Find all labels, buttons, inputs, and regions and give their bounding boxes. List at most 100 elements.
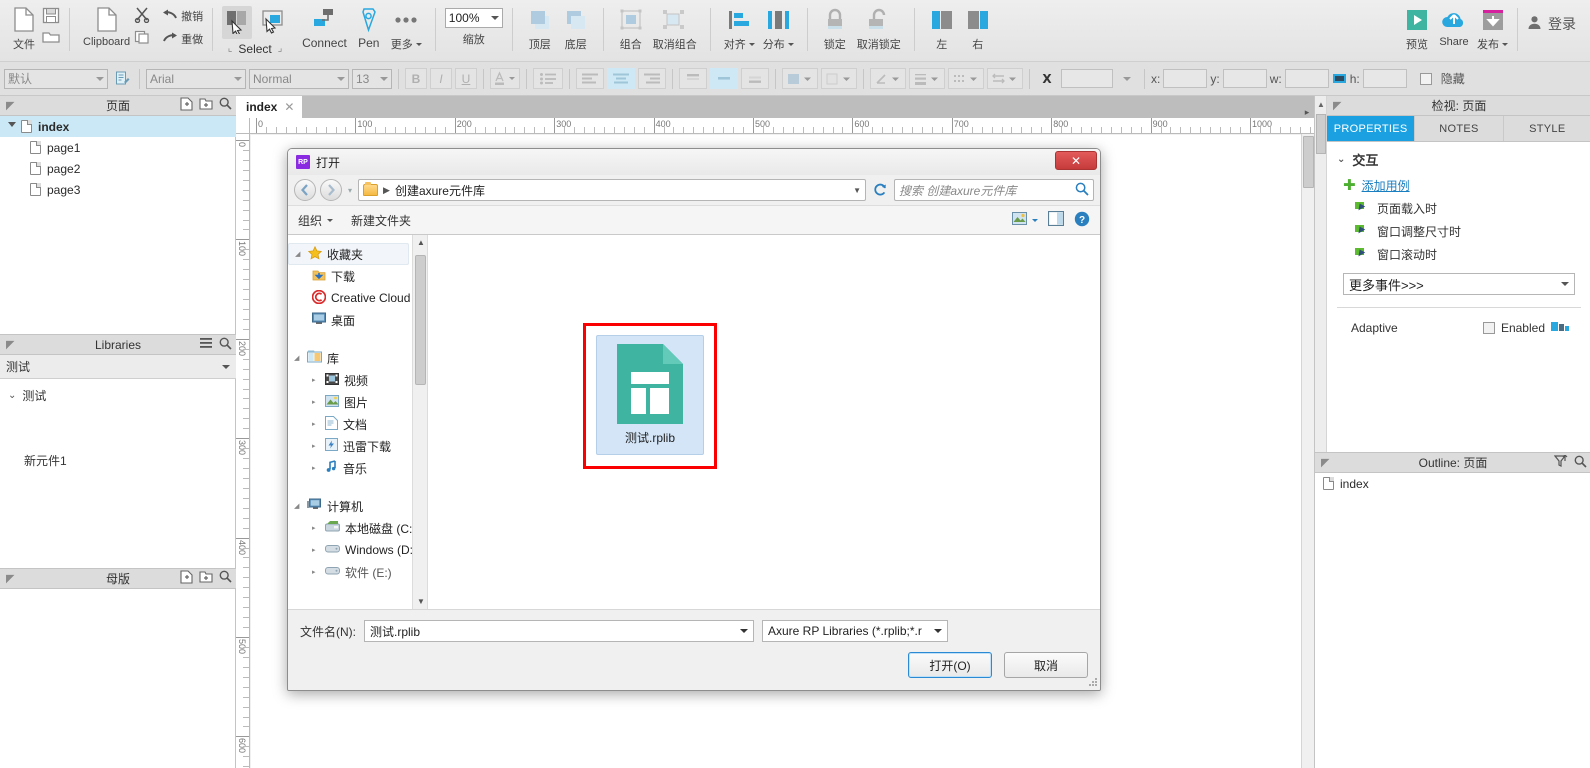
- view-mode-button[interactable]: [1012, 212, 1038, 228]
- font-size-select[interactable]: 13: [352, 68, 392, 89]
- preview-pane-icon[interactable]: [1047, 210, 1065, 229]
- expand-triangle-icon[interactable]: ▸: [312, 524, 320, 532]
- login-button[interactable]: 登录: [1527, 14, 1576, 34]
- nav-item-windows-d[interactable]: ▸ Windows (D:): [288, 539, 427, 561]
- style-editor-icon[interactable]: [111, 68, 133, 89]
- library-widget-item[interactable]: 新元件1: [0, 452, 236, 469]
- scroll-up-icon[interactable]: ▲: [417, 238, 425, 247]
- nav-item-thunder-download[interactable]: ▸ 迅雷下载: [288, 435, 427, 457]
- nav-item-pictures[interactable]: ▸ 图片: [288, 391, 427, 413]
- expand-triangle-icon[interactable]: ◢: [295, 250, 303, 258]
- expand-triangle-icon[interactable]: ▸: [312, 398, 320, 406]
- zoom-select[interactable]: 100%: [444, 8, 503, 28]
- add-folder-icon[interactable]: [199, 97, 213, 114]
- back-icon[interactable]: [294, 179, 316, 201]
- open-button[interactable]: 打开(O): [908, 652, 992, 678]
- search-icon[interactable]: [219, 570, 232, 587]
- group-button[interactable]: 组合: [613, 3, 649, 54]
- tab-notes[interactable]: NOTES: [1415, 116, 1504, 141]
- collapse-arrow-icon[interactable]: ◤: [1321, 456, 1329, 469]
- align-left-button[interactable]: [576, 68, 604, 89]
- h-input[interactable]: [1362, 69, 1407, 88]
- expand-triangle-icon[interactable]: ▸: [312, 420, 320, 428]
- filename-input[interactable]: 测试.rplib: [364, 620, 754, 642]
- breadcrumb[interactable]: ▶ 创建axure元件库 ▼: [358, 179, 866, 201]
- font-family-select[interactable]: Arial: [146, 68, 246, 89]
- library-select[interactable]: 测试: [0, 355, 236, 379]
- canvas-tab-index[interactable]: index ✕: [236, 96, 303, 118]
- page-tree-item-index[interactable]: index: [0, 116, 236, 137]
- close-icon[interactable]: ✕: [1055, 151, 1097, 170]
- nav-item-software-e[interactable]: ▸ 软件 (E:): [288, 561, 427, 583]
- fx-field[interactable]: [1061, 69, 1113, 88]
- align-middle-button[interactable]: [710, 68, 738, 89]
- line-width-button[interactable]: [909, 68, 945, 89]
- help-icon[interactable]: ?: [1074, 211, 1090, 230]
- more-tools-button[interactable]: 更多: [387, 3, 426, 54]
- close-icon[interactable]: ✕: [284, 100, 294, 114]
- new-folder-button[interactable]: 新建文件夹: [351, 212, 411, 229]
- nav-pane-scrollbar[interactable]: ▲ ▼: [412, 235, 427, 609]
- fill-color-button[interactable]: [782, 68, 818, 89]
- collapse-arrow-icon[interactable]: ◤: [1333, 99, 1341, 112]
- chevron-down-icon[interactable]: [740, 629, 748, 633]
- fx-dropdown-button[interactable]: [1116, 68, 1138, 89]
- bold-button[interactable]: B: [405, 68, 427, 89]
- nav-scroll-thumb[interactable]: [415, 255, 426, 385]
- shadow-button[interactable]: [821, 68, 857, 89]
- search-icon[interactable]: [1075, 182, 1089, 199]
- clipboard-button[interactable]: Clipboard: [79, 3, 134, 50]
- add-master-icon[interactable]: [180, 570, 193, 587]
- interactions-section-header[interactable]: ⌄ 交互: [1337, 150, 1581, 169]
- nav-item-local-disk-c[interactable]: ▸ 本地磁盘 (C:): [288, 517, 427, 539]
- bullet-list-button[interactable]: [533, 68, 563, 89]
- align-center-button[interactable]: [607, 68, 635, 89]
- preview-button[interactable]: 预览: [1399, 3, 1435, 54]
- nav-item-computer[interactable]: ◢ 计算机: [288, 495, 427, 517]
- align-bottom-button[interactable]: [741, 68, 769, 89]
- dialog-title-bar[interactable]: RP 打开 ✕: [288, 149, 1100, 175]
- adaptive-enabled-checkbox[interactable]: Enabled: [1482, 321, 1545, 335]
- left-pane-button[interactable]: 左: [924, 3, 960, 54]
- expand-triangle-icon[interactable]: ▸: [312, 546, 320, 554]
- align-button[interactable]: 对齐: [720, 3, 759, 54]
- redo-button[interactable]: 重做: [162, 31, 203, 47]
- page-tree-item-page3[interactable]: page3: [0, 179, 236, 200]
- font-color-button[interactable]: [490, 68, 520, 89]
- italic-button[interactable]: I: [430, 68, 452, 89]
- search-icon[interactable]: [219, 337, 232, 353]
- distribute-button[interactable]: 分布: [759, 3, 798, 54]
- filetype-select[interactable]: Axure RP Libraries (*.rplib;*.r: [762, 620, 948, 642]
- page-tree-item-page1[interactable]: page1: [0, 137, 236, 158]
- libraries-menu-icon[interactable]: [199, 337, 213, 353]
- event-row-page-load[interactable]: 页面载入时: [1355, 200, 1581, 217]
- expand-triangle-icon[interactable]: ◢: [294, 354, 302, 362]
- undo-button[interactable]: 撤销: [162, 8, 203, 24]
- hidden-checkbox-group[interactable]: 隐藏: [1419, 70, 1465, 87]
- search-icon[interactable]: [1574, 455, 1587, 471]
- unlock-button[interactable]: 取消锁定: [853, 3, 905, 54]
- expand-triangle-icon[interactable]: ▸: [312, 442, 320, 450]
- right-pane-button[interactable]: 右: [960, 3, 996, 54]
- arrow-style-button[interactable]: [987, 68, 1023, 89]
- filter-icon[interactable]: [1553, 454, 1568, 471]
- inspector-scrollbar[interactable]: ▲: [1315, 96, 1327, 452]
- add-case-button[interactable]: ✚ 添加用例: [1343, 177, 1581, 194]
- organize-menu-button[interactable]: 组织: [298, 212, 334, 229]
- history-dropdown-icon[interactable]: ▾: [348, 186, 352, 195]
- line-color-button[interactable]: [870, 68, 906, 89]
- library-group-header[interactable]: ⌄ 测试: [0, 379, 236, 404]
- align-top-button[interactable]: [679, 68, 707, 89]
- expand-triangle-icon[interactable]: ▸: [312, 464, 320, 472]
- collapse-arrow-icon[interactable]: ◤: [6, 99, 14, 112]
- nav-item-favorites[interactable]: ◢ 收藏夹: [288, 243, 409, 265]
- send-to-back-button[interactable]: 底层: [558, 3, 594, 54]
- expand-triangle-icon[interactable]: ▸: [312, 568, 320, 576]
- event-row-window-scroll[interactable]: 窗口滚动时: [1355, 246, 1581, 263]
- fx-button[interactable]: 𝗫: [1036, 68, 1058, 89]
- publish-button[interactable]: 发布: [1473, 3, 1512, 54]
- tab-scroll-right-icon[interactable]: ▸: [1300, 107, 1314, 118]
- underline-button[interactable]: U: [455, 68, 477, 89]
- add-master-folder-icon[interactable]: [199, 570, 213, 587]
- page-tree-item-page2[interactable]: page2: [0, 158, 236, 179]
